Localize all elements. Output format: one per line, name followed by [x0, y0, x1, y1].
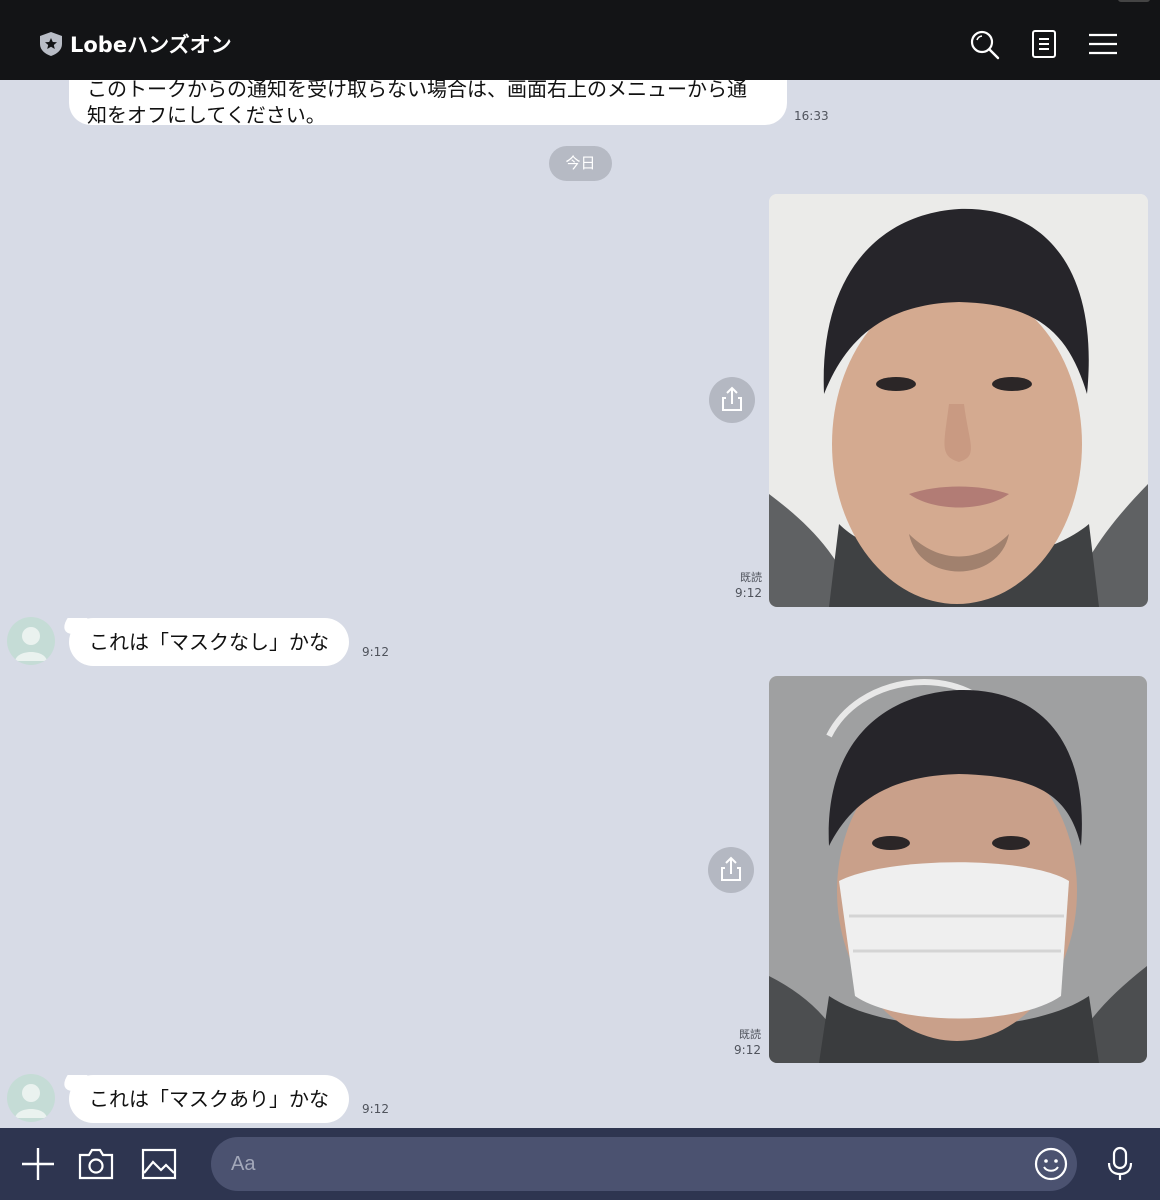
- plus-icon[interactable]: [20, 1146, 56, 1182]
- photo-time: 9:12: [734, 1043, 761, 1057]
- notes-icon[interactable]: [1028, 28, 1060, 60]
- system-message-line1: このトークからの通知を受け取らない場合は、画面右上のメニューから通: [87, 80, 747, 101]
- incoming-message-bubble: これは「マスクなし」かな: [69, 618, 349, 666]
- incoming-message-bubble: これは「マスクあり」かな: [69, 1075, 349, 1123]
- share-button[interactable]: [709, 377, 755, 423]
- share-icon: [722, 386, 742, 411]
- face-mask-photo-image: [769, 676, 1147, 1063]
- emoji-icon[interactable]: [1033, 1146, 1069, 1182]
- share-icon: [721, 856, 741, 881]
- shield-star-icon: [40, 32, 62, 56]
- message-text: これは「マスクなし」かな: [89, 630, 329, 654]
- date-separator: 今日: [549, 146, 612, 181]
- share-button[interactable]: [708, 847, 754, 893]
- system-message-line2: 知をオフにしてください。: [87, 103, 326, 125]
- person-icon: [15, 627, 47, 661]
- photo-no-mask[interactable]: [769, 194, 1148, 607]
- read-receipt: 既読: [740, 571, 762, 584]
- app-header: Lobeハンズオン: [0, 0, 1160, 80]
- image-icon[interactable]: [141, 1146, 177, 1182]
- avatar[interactable]: [7, 617, 55, 665]
- photo-with-mask[interactable]: [769, 676, 1147, 1063]
- chat-area[interactable]: このトークからの通知を受け取らない場合は、画面右上のメニューから通 知をオフにし…: [0, 80, 1160, 1128]
- message-time: 9:12: [362, 1102, 389, 1116]
- chat-title: Lobeハンズオン: [70, 33, 232, 57]
- face-photo-image: [769, 194, 1148, 607]
- message-text: これは「マスクあり」かな: [89, 1087, 329, 1111]
- message-time: 16:33: [794, 109, 829, 123]
- message-composer: [0, 1128, 1160, 1200]
- read-receipt: 既読: [739, 1028, 761, 1041]
- avatar[interactable]: [7, 1074, 55, 1122]
- photo-time: 9:12: [735, 586, 762, 600]
- microphone-icon[interactable]: [1102, 1146, 1138, 1182]
- person-icon: [15, 1084, 47, 1118]
- search-icon[interactable]: [968, 28, 1000, 60]
- camera-icon[interactable]: [78, 1146, 114, 1182]
- status-indicator: [1118, 0, 1150, 2]
- message-input[interactable]: [211, 1137, 1077, 1191]
- menu-icon[interactable]: [1087, 28, 1119, 60]
- system-message-bubble: このトークからの通知を受け取らない場合は、画面右上のメニューから通 知をオフにし…: [69, 80, 787, 125]
- message-time: 9:12: [362, 645, 389, 659]
